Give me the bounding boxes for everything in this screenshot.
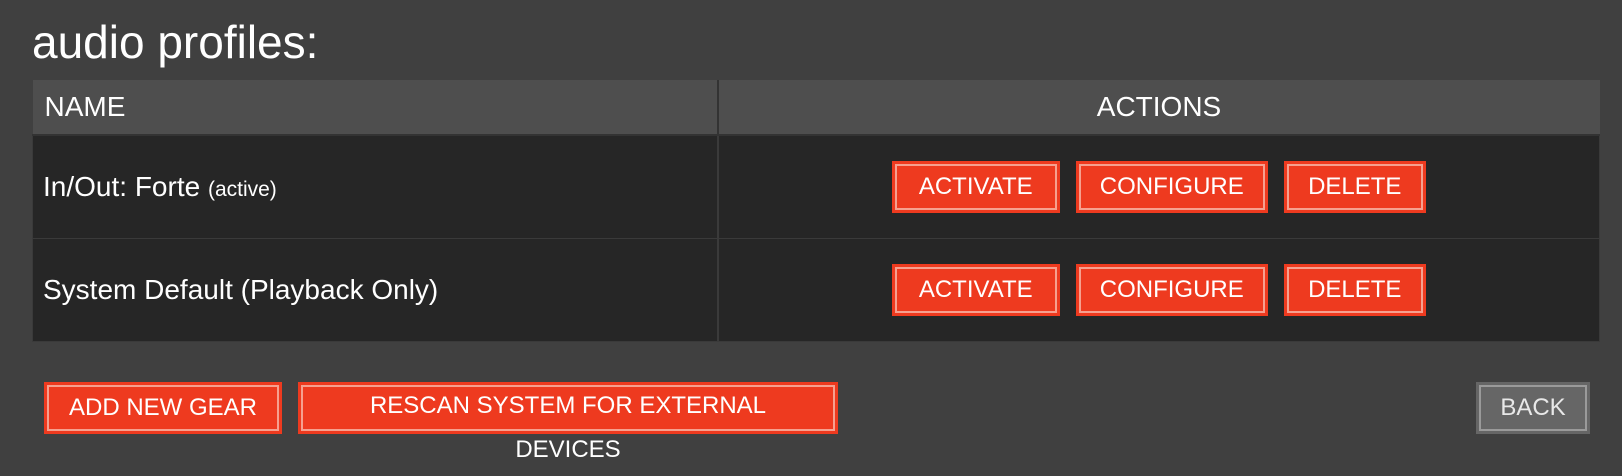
delete-button[interactable]: DELETE [1283, 161, 1426, 213]
profile-name: In/Out: Forte [43, 171, 201, 202]
profile-actions-cell: ACTIVATE CONFIGURE DELETE [717, 238, 1600, 342]
delete-button[interactable]: DELETE [1283, 264, 1426, 316]
add-new-gear-button[interactable]: ADD NEW GEAR [44, 382, 282, 434]
profile-actions-cell: ACTIVATE CONFIGURE DELETE [717, 135, 1600, 239]
activate-button[interactable]: ACTIVATE [891, 264, 1060, 316]
configure-button[interactable]: CONFIGURE [1075, 264, 1268, 316]
table-row: System Default (Playback Only) ACTIVATE C… [32, 238, 1600, 342]
active-status-tag: (active) [207, 178, 277, 201]
column-header-actions: ACTIONS [717, 80, 1600, 136]
footer-actions: ADD NEW GEAR RESCAN SYSTEM FOR EXTERNAL … [44, 382, 1590, 463]
table-row: In/Out: Forte (active) ACTIVATE CONFIGURE… [32, 135, 1600, 239]
profile-name-cell: In/Out: Forte (active) [32, 135, 719, 239]
activate-button[interactable]: ACTIVATE [891, 161, 1060, 213]
profile-name-cell: System Default (Playback Only) [32, 238, 719, 342]
page-title: audio profiles: [32, 16, 319, 68]
rescan-devices-button[interactable]: RESCAN SYSTEM FOR EXTERNAL DEVICES [298, 382, 838, 463]
configure-button[interactable]: CONFIGURE [1075, 161, 1268, 213]
profile-name: System Default (Playback Only) [43, 274, 439, 305]
audio-profiles-table: NAME ACTIONS In/Out: Forte (active) ACTI… [32, 80, 1600, 342]
back-button[interactable]: BACK [1476, 382, 1590, 434]
column-header-name: NAME [32, 80, 719, 136]
table-header-row: NAME ACTIONS [32, 80, 1600, 136]
